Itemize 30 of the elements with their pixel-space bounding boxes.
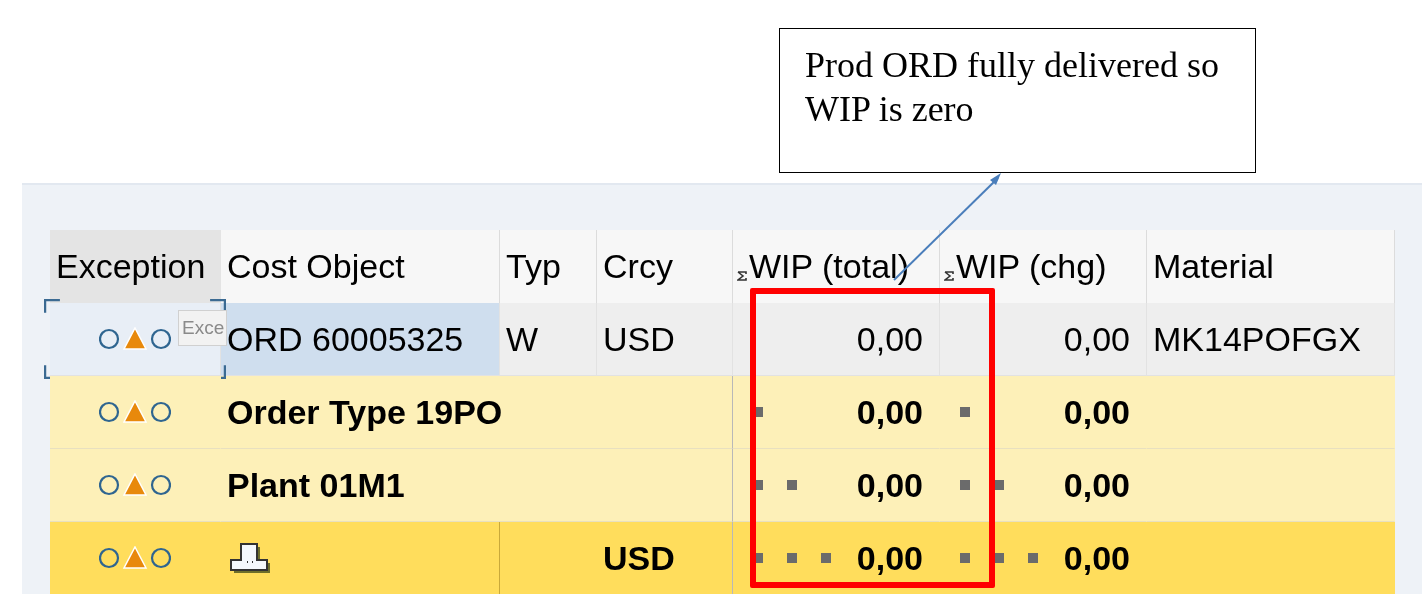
column-header[interactable]: WIP (chg): [940, 230, 1147, 303]
annotation-callout: Prod ORD fully delivered so WIP is zero: [779, 28, 1256, 173]
amount-cell: 0,00: [940, 303, 1147, 376]
column-header[interactable]: Crcy: [597, 230, 733, 303]
amount-cell: 0,00: [733, 449, 940, 522]
sum-icon: [944, 271, 954, 281]
column-header[interactable]: Typ: [500, 230, 597, 303]
table-cell: USD: [597, 522, 733, 594]
column-header[interactable]: Cost Object: [221, 230, 500, 303]
subtotal-icon: [227, 540, 271, 576]
amount-cell: 0,00: [733, 376, 940, 449]
table-cell: USD: [597, 303, 733, 376]
column-header[interactable]: Exception: [50, 230, 221, 303]
amount-cell: 0,00: [940, 449, 1147, 522]
column-header[interactable]: WIP (total): [733, 230, 940, 303]
exception-status-icon: [99, 473, 171, 497]
table-cell: MK14POFGX: [1147, 303, 1395, 376]
group-label: Order Type 19PO: [221, 376, 733, 449]
exception-status-icon: [99, 327, 171, 351]
sum-icon: [737, 271, 747, 281]
column-header[interactable]: Material: [1147, 230, 1395, 303]
amount-cell: 0,00: [733, 522, 940, 594]
amount-cell: 0,00: [940, 522, 1147, 594]
amount-cell: 0,00: [733, 303, 940, 376]
exception-status-icon: [99, 400, 171, 424]
amount-cell: 0,00: [940, 376, 1147, 449]
table-cell: W: [500, 303, 597, 376]
group-label: Plant 01M1: [221, 449, 733, 522]
exception-status-icon: [99, 546, 171, 570]
tooltip: Exce: [178, 310, 227, 346]
